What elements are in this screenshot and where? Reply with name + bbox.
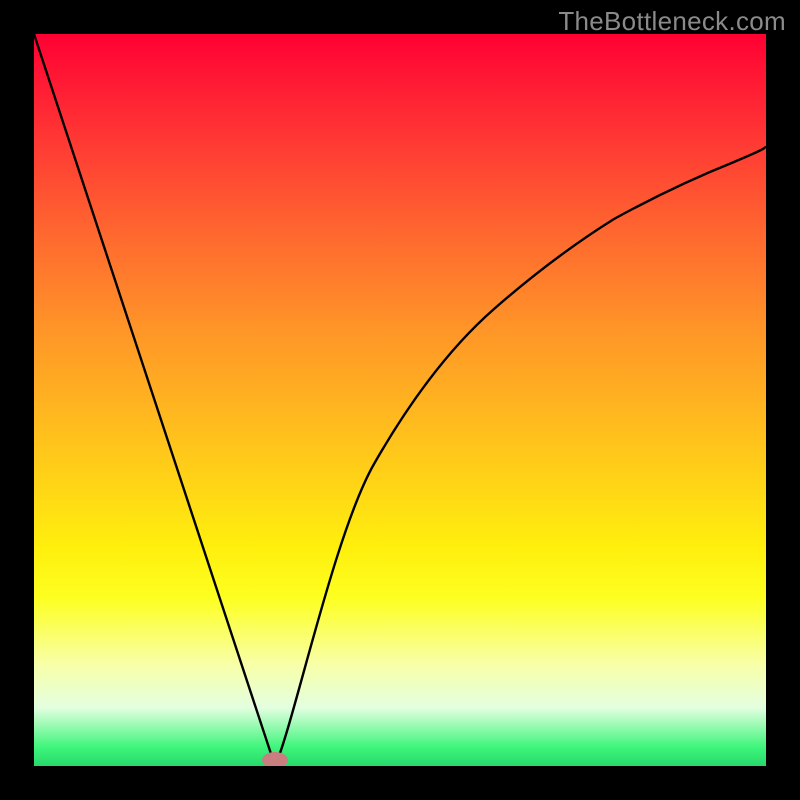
curve-svg <box>34 34 766 766</box>
chart-frame: TheBottleneck.com <box>0 0 800 800</box>
plot-area <box>34 34 766 766</box>
bottleneck-curve-line <box>34 34 766 766</box>
watermark-text: TheBottleneck.com <box>558 6 786 37</box>
optimum-marker <box>262 752 288 766</box>
